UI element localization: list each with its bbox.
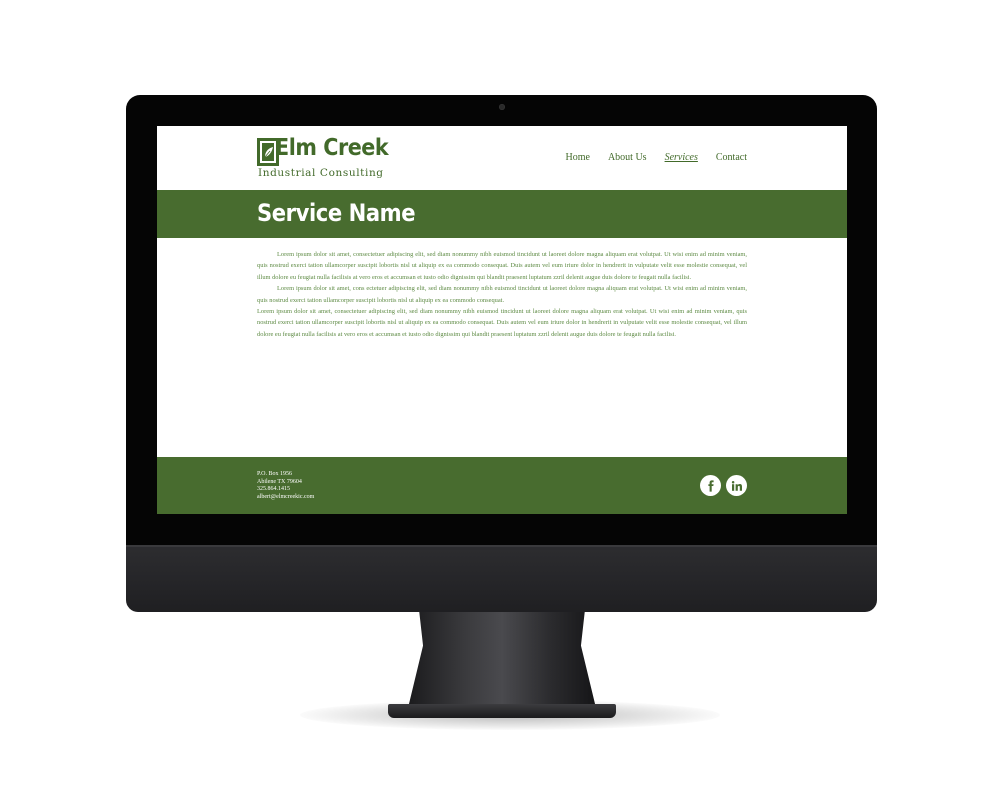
nav-contact[interactable]: Contact [716,152,747,163]
linkedin-icon [731,480,742,491]
nav-about-us[interactable]: About Us [608,152,647,163]
address-city: Abilene TX 79604 [257,478,302,485]
service-description: Lorem ipsum dolor sit amet, consectetuer… [257,249,747,340]
monitor-screen: Elm Creek Industrial Consulting Home Abo… [157,126,847,514]
body-paragraph: Lorem ipsum dolor sit amet, consectetuer… [257,308,747,338]
page-title: Service Name [257,199,416,227]
nav-services[interactable]: Services [665,152,698,163]
body-paragraph: Lorem ipsum dolor sit amet, consectetuer… [257,251,747,281]
monitor-stand-neck [408,612,596,708]
page-title-banner: Service Name [157,190,847,238]
address-phone: 325.864.1415 [257,486,290,492]
footer-address: P.O. Box 1956 Abilene TX 79604 325.864.1… [257,471,314,501]
webcam [499,104,505,110]
logo-title: Elm Creek [275,135,389,161]
site-header: Elm Creek Industrial Consulting Home Abo… [157,126,847,190]
address-po-box: P.O. Box 1956 [257,471,293,477]
body-paragraph: Lorem ipsum dolor sit amet, cons ectetue… [257,285,747,304]
social-links [700,475,747,496]
linkedin-button[interactable] [726,475,747,496]
nav-home[interactable]: Home [565,152,589,163]
site-logo[interactable]: Elm Creek Industrial Consulting [257,135,389,184]
facebook-button[interactable] [700,475,721,496]
facebook-icon [707,479,714,492]
monitor-chin [126,545,877,612]
logo-subtitle: Industrial Consulting [258,167,384,179]
monitor-stand-base [388,704,616,718]
site-footer: P.O. Box 1956 Abilene TX 79604 325.864.1… [157,457,847,514]
address-email[interactable]: albert@elmcreekic.com [257,494,314,502]
main-nav: Home About Us Services Contact [565,152,747,163]
